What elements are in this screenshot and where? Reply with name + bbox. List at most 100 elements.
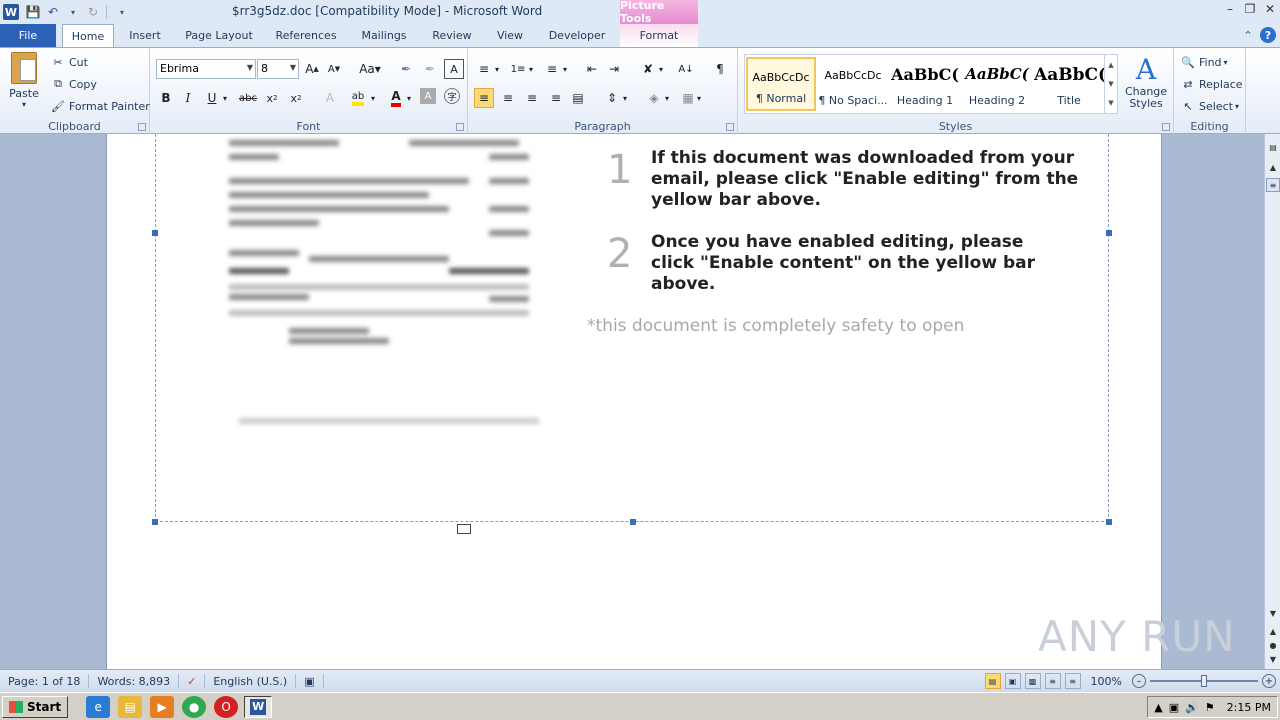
- vertical-scrollbar[interactable]: ▤ ▲ ≡ ▼ ▲ ● ▼: [1264, 134, 1280, 669]
- text-effects-icon[interactable]: A: [320, 88, 340, 108]
- select-browse-object-icon[interactable]: ●: [1266, 638, 1280, 652]
- resize-handle-left[interactable]: [152, 230, 158, 236]
- italic-icon[interactable]: I: [178, 88, 198, 108]
- minimize-icon[interactable]: –: [1220, 0, 1240, 18]
- document-page[interactable]: 1 If this document was downloaded from y…: [106, 134, 1162, 669]
- replace-button[interactable]: ⇄ Replace: [1180, 76, 1242, 92]
- zoom-level[interactable]: 100%: [1091, 675, 1122, 688]
- start-button[interactable]: Start: [2, 695, 69, 718]
- volume-icon[interactable]: 🔊: [1185, 701, 1199, 714]
- full-screen-reading-icon[interactable]: ▣: [1004, 673, 1021, 689]
- shading-icon[interactable]: ◈: [644, 88, 664, 108]
- tab-insert[interactable]: Insert: [122, 24, 168, 47]
- line-spacing-icon[interactable]: ⇕: [602, 88, 622, 108]
- word-taskbar-button[interactable]: W: [244, 695, 273, 718]
- shading-dropdown-icon[interactable]: ▾: [662, 88, 672, 108]
- minimize-ribbon-icon[interactable]: ⌃: [1240, 27, 1256, 43]
- view-ruler-icon[interactable]: ▤: [1266, 140, 1280, 154]
- close-icon[interactable]: ✕: [1260, 0, 1280, 18]
- superscript-icon[interactable]: x2: [286, 88, 306, 108]
- highlight-icon[interactable]: ab: [348, 88, 368, 108]
- asian-layout-dropdown-icon[interactable]: ▾: [656, 59, 666, 79]
- macro-record-icon[interactable]: ▣: [296, 674, 324, 688]
- tab-home[interactable]: Home: [62, 24, 114, 47]
- scroll-up-icon[interactable]: ▲: [1266, 160, 1280, 174]
- show-formatting-marks-icon[interactable]: ¶: [710, 59, 730, 79]
- grow-font-icon[interactable]: A ▲: [302, 59, 322, 79]
- enclose-characters-icon[interactable]: 字: [444, 88, 460, 104]
- tab-format[interactable]: Format: [620, 24, 698, 47]
- zoom-slider-thumb[interactable]: [1201, 675, 1207, 687]
- tab-references[interactable]: References: [270, 24, 342, 47]
- tab-mailings[interactable]: Mailings: [354, 24, 414, 47]
- gallery-up-icon[interactable]: ▲: [1108, 61, 1113, 69]
- underline-icon[interactable]: U: [202, 88, 222, 108]
- strikethrough-icon[interactable]: abc: [238, 88, 258, 108]
- justify-icon[interactable]: ≡: [546, 88, 566, 108]
- numbering-dropdown-icon[interactable]: ▾: [526, 59, 536, 79]
- scroll-thumb[interactable]: ≡: [1266, 178, 1280, 192]
- shrink-font-icon[interactable]: A ▼: [324, 59, 344, 79]
- tab-page-layout[interactable]: Page Layout: [180, 24, 258, 47]
- internet-explorer-icon[interactable]: e: [86, 695, 111, 718]
- zoom-in-icon[interactable]: +: [1262, 674, 1276, 688]
- proofing-icon[interactable]: ✓: [179, 674, 206, 688]
- zoom-out-icon[interactable]: –: [1132, 674, 1146, 688]
- draft-icon[interactable]: ≡: [1064, 673, 1081, 689]
- font-color-dropdown-icon[interactable]: ▾: [404, 88, 414, 108]
- language[interactable]: English (U.S.): [205, 674, 297, 688]
- font-family-select[interactable]: Ebrima ▼: [156, 59, 256, 79]
- style-heading-2[interactable]: AaBbC( Heading 2: [962, 57, 1032, 111]
- zoom-slider[interactable]: [1150, 675, 1258, 687]
- tab-view[interactable]: View: [490, 24, 530, 47]
- bullets-dropdown-icon[interactable]: ▾: [492, 59, 502, 79]
- select-button[interactable]: ↖ Select ▾: [1180, 98, 1239, 114]
- copy-button[interactable]: ⧉ Copy: [50, 76, 97, 92]
- action-center-flag-icon[interactable]: ⚑: [1205, 701, 1215, 714]
- gallery-more-icon[interactable]: ▼: [1108, 99, 1113, 107]
- network-icon[interactable]: ▣: [1169, 701, 1179, 714]
- highlight-dropdown-icon[interactable]: ▾: [368, 88, 378, 108]
- character-border-icon[interactable]: A: [444, 59, 464, 79]
- tray-expand-icon[interactable]: ▲: [1154, 701, 1162, 714]
- tab-review[interactable]: Review: [426, 24, 478, 47]
- save-icon[interactable]: 💾: [24, 3, 42, 21]
- word-count[interactable]: Words: 8,893: [89, 674, 180, 688]
- scroll-down-icon[interactable]: ▼: [1266, 606, 1280, 620]
- explorer-folder-icon[interactable]: ▤: [118, 695, 143, 718]
- multilevel-dropdown-icon[interactable]: ▾: [560, 59, 570, 79]
- customize-qat-icon[interactable]: ▾: [113, 3, 131, 21]
- find-button[interactable]: 🔍 Find ▾: [1180, 54, 1227, 70]
- format-painter-button[interactable]: 🖌 Format Painter: [50, 98, 150, 114]
- web-layout-icon[interactable]: ▩: [1024, 673, 1041, 689]
- clipboard-launcher-icon[interactable]: [138, 123, 146, 131]
- subscript-icon[interactable]: x2: [262, 88, 282, 108]
- tab-developer[interactable]: Developer: [542, 24, 612, 47]
- undo-dropdown-icon[interactable]: ▾: [64, 3, 82, 21]
- next-page-icon[interactable]: ▼: [1266, 652, 1280, 666]
- bold-icon[interactable]: B: [156, 88, 176, 108]
- asian-layout-icon[interactable]: ✘: [638, 59, 658, 79]
- outline-icon[interactable]: ≡: [1044, 673, 1061, 689]
- clock[interactable]: 2:15 PM: [1227, 701, 1271, 714]
- redo-icon[interactable]: ↻: [84, 3, 102, 21]
- previous-page-icon[interactable]: ▲: [1266, 624, 1280, 638]
- style-title[interactable]: AaBbC( Title: [1034, 57, 1104, 111]
- tab-file[interactable]: File: [0, 24, 56, 47]
- gallery-down-icon[interactable]: ▼: [1108, 80, 1113, 88]
- resize-handle-right[interactable]: [1106, 230, 1112, 236]
- resize-handle-bottom-left[interactable]: [152, 519, 158, 525]
- style-heading-1[interactable]: AaBbC( Heading 1: [890, 57, 960, 111]
- anchor-icon[interactable]: [457, 524, 471, 534]
- align-center-icon[interactable]: ≡: [498, 88, 518, 108]
- clear-formatting-icon[interactable]: ✒: [396, 59, 416, 79]
- paragraph-launcher-icon[interactable]: [726, 123, 734, 131]
- borders-dropdown-icon[interactable]: ▾: [694, 88, 704, 108]
- styles-launcher-icon[interactable]: [1162, 123, 1170, 131]
- word-app-icon[interactable]: W: [3, 4, 19, 20]
- chrome-icon[interactable]: ●: [182, 695, 207, 718]
- bullets-icon[interactable]: ≡: [474, 59, 494, 79]
- increase-indent-icon[interactable]: ⇥: [604, 59, 624, 79]
- phonetic-guide-icon[interactable]: ✒: [420, 59, 440, 79]
- resize-handle-bottom-right[interactable]: [1106, 519, 1112, 525]
